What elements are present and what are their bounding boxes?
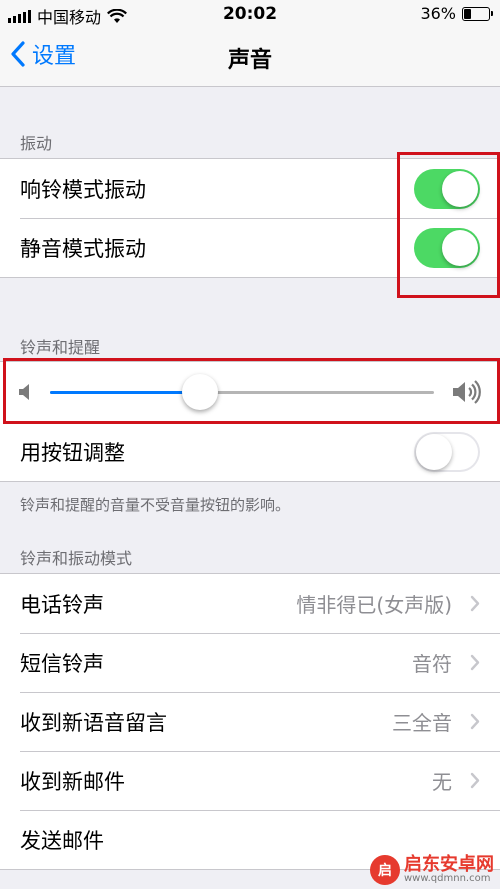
chevron-right-icon [470,654,480,671]
chevron-right-icon [470,595,480,612]
ringer-volume-row [0,362,500,422]
row-label: 收到新语音留言 [20,710,167,735]
watermark-name: 启东安卓网 [404,854,494,875]
vibration-group: 响铃模式振动 静音模式振动 [0,158,500,278]
ringer-vibration-row: 响铃模式振动 [0,159,500,218]
section-header-ringer: 铃声和提醒 [20,338,101,357]
slider-thumb[interactable] [181,374,218,410]
battery-icon [462,6,493,21]
toggle-knob [416,433,452,470]
row-value: 情非得已(女声版) [296,593,452,617]
section-header-vibration: 振动 [20,134,53,153]
volume-high-icon [453,380,481,404]
patterns-group: 电话铃声 情非得已(女声版) 短信铃声 音符 收到新语音留言 三全音 收到新邮件… [0,573,500,870]
row-label: 静音模式振动 [20,236,146,261]
row-value: 音符 [412,652,452,676]
row-label: 用按钮调整 [20,440,125,465]
toggle-knob [442,170,478,207]
volume-low-icon [19,384,29,400]
chevron-right-icon [470,772,480,789]
watermark: 启 启东安卓网 www.qdmnn.com [370,855,494,885]
page-title: 声音 [227,48,272,73]
chevron-right-icon [470,713,480,730]
ringer-vibration-toggle[interactable] [414,168,480,209]
toggle-knob [442,229,478,266]
ringer-group: 用按钮调整 [0,361,500,482]
row-label: 短信铃声 [20,651,104,676]
row-value: 无 [432,770,452,794]
navigation-bar: 设置 声音 [0,30,500,87]
change-with-buttons-row: 用按钮调整 [0,422,500,481]
status-bar: 中国移动 20:02 36% [0,0,500,30]
silent-vibration-toggle[interactable] [414,227,480,268]
silent-vibration-row: 静音模式振动 [0,218,500,277]
battery-percent: 36% [420,4,456,23]
row-label: 收到新邮件 [20,769,125,794]
watermark-logo-icon: 启 [370,855,400,885]
row-label: 发送邮件 [20,828,104,853]
watermark-url: www.qdmnn.com [404,873,491,884]
row-label: 电话铃声 [20,592,104,617]
section-header-patterns: 铃声和振动模式 [20,549,133,568]
new-voicemail-row[interactable]: 收到新语音留言 三全音 [0,692,500,751]
ringtone-row[interactable]: 电话铃声 情非得已(女声版) [0,574,500,633]
new-mail-row[interactable]: 收到新邮件 无 [0,751,500,810]
slider-fill [50,391,200,394]
row-value: 三全音 [392,711,452,735]
row-label: 响铃模式振动 [20,177,146,202]
text-tone-row[interactable]: 短信铃声 音符 [0,633,500,692]
ringer-volume-slider[interactable] [50,374,434,410]
ringer-footer-note: 铃声和提醒的音量不受音量按钮的影响。 [20,496,291,514]
change-with-buttons-toggle[interactable] [414,431,480,472]
